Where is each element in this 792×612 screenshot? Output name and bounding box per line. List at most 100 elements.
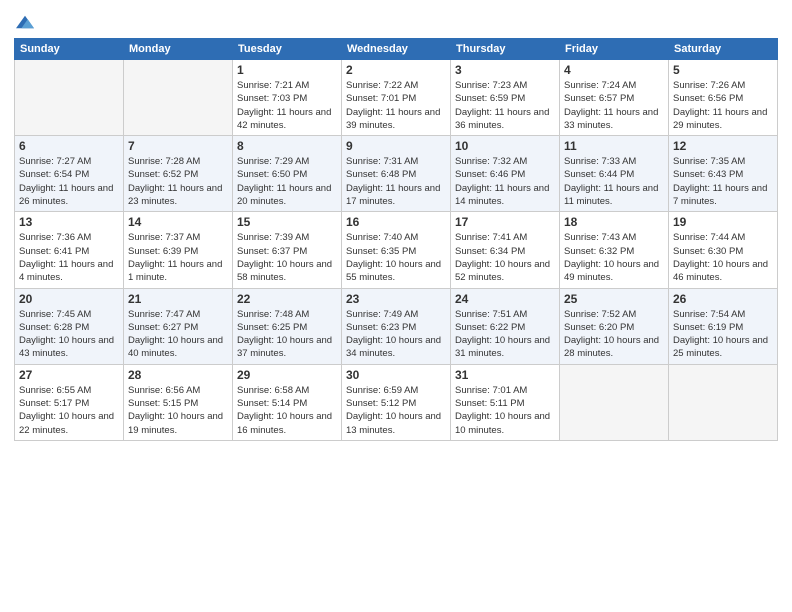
day-info: Sunrise: 7:49 AMSunset: 6:23 PMDaylight:… [346,308,446,361]
day-info: Sunrise: 7:23 AMSunset: 6:59 PMDaylight:… [455,79,555,132]
day-header-tuesday: Tuesday [233,39,342,60]
calendar-cell [560,364,669,440]
calendar-cell: 21 Sunrise: 7:47 AMSunset: 6:27 PMDayligh… [124,288,233,364]
calendar-week-row: 1 Sunrise: 7:21 AMSunset: 7:03 PMDaylight… [15,60,778,136]
calendar-cell: 18Sunrise: 7:43 AMSunset: 6:32 PMDayligh… [560,212,669,288]
day-number: 3 [455,63,555,77]
day-info: Sunrise: 7:26 AMSunset: 6:56 PMDaylight:… [673,79,773,132]
day-number: 22 [237,292,337,306]
calendar-cell: 23 Sunrise: 7:49 AMSunset: 6:23 PMDayligh… [342,288,451,364]
calendar-cell: 10 Sunrise: 7:32 AMSunset: 6:46 PMDayligh… [451,136,560,212]
day-info: Sunrise: 7:33 AMSunset: 6:44 PMDaylight:… [564,155,664,208]
day-number: 19 [673,215,773,229]
day-info: Sunrise: 6:55 AMSunset: 5:17 PMDaylight:… [19,384,119,437]
day-info: Sunrise: 7:36 AMSunset: 6:41 PMDaylight:… [19,231,119,284]
calendar-cell: 12 Sunrise: 7:35 AMSunset: 6:43 PMDayligh… [669,136,778,212]
day-number: 23 [346,292,446,306]
calendar-cell [124,60,233,136]
calendar-week-row: 20Sunrise: 7:45 AMSunset: 6:28 PMDayligh… [15,288,778,364]
day-info: Sunrise: 7:48 AMSunset: 6:25 PMDaylight:… [237,308,337,361]
day-header-saturday: Saturday [669,39,778,60]
day-info: Sunrise: 7:40 AMSunset: 6:35 PMDaylight:… [346,231,446,284]
calendar-cell: 20Sunrise: 7:45 AMSunset: 6:28 PMDayligh… [15,288,124,364]
day-info: Sunrise: 7:31 AMSunset: 6:48 PMDaylight:… [346,155,446,208]
day-info: Sunrise: 7:28 AMSunset: 6:52 PMDaylight:… [128,155,228,208]
calendar-cell: 25Sunrise: 7:52 AMSunset: 6:20 PMDayligh… [560,288,669,364]
calendar-cell: 7 Sunrise: 7:28 AMSunset: 6:52 PMDaylight… [124,136,233,212]
day-number: 9 [346,139,446,153]
calendar-week-row: 27 Sunrise: 6:55 AMSunset: 5:17 PMDayligh… [15,364,778,440]
calendar-header-row: SundayMondayTuesdayWednesdayThursdayFrid… [15,39,778,60]
calendar-cell [15,60,124,136]
day-info: Sunrise: 7:47 AMSunset: 6:27 PMDaylight:… [128,308,228,361]
calendar-cell [669,364,778,440]
day-number: 16 [346,215,446,229]
day-header-wednesday: Wednesday [342,39,451,60]
calendar-cell: 24Sunrise: 7:51 AMSunset: 6:22 PMDayligh… [451,288,560,364]
calendar-cell: 14 Sunrise: 7:37 AMSunset: 6:39 PMDayligh… [124,212,233,288]
day-info: Sunrise: 7:37 AMSunset: 6:39 PMDaylight:… [128,231,228,284]
day-number: 29 [237,368,337,382]
calendar-cell: 4 Sunrise: 7:24 AMSunset: 6:57 PMDaylight… [560,60,669,136]
calendar-cell: 6 Sunrise: 7:27 AMSunset: 6:54 PMDaylight… [15,136,124,212]
calendar-cell: 2Sunrise: 7:22 AMSunset: 7:01 PMDaylight… [342,60,451,136]
day-number: 4 [564,63,664,77]
day-info: Sunrise: 7:27 AMSunset: 6:54 PMDaylight:… [19,155,119,208]
day-number: 21 [128,292,228,306]
day-number: 2 [346,63,446,77]
calendar-cell: 16 Sunrise: 7:40 AMSunset: 6:35 PMDayligh… [342,212,451,288]
day-number: 17 [455,215,555,229]
calendar-cell: 3 Sunrise: 7:23 AMSunset: 6:59 PMDaylight… [451,60,560,136]
calendar-cell: 9 Sunrise: 7:31 AMSunset: 6:48 PMDaylight… [342,136,451,212]
day-info: Sunrise: 7:54 AMSunset: 6:19 PMDaylight:… [673,308,773,361]
day-header-friday: Friday [560,39,669,60]
calendar-cell: 5 Sunrise: 7:26 AMSunset: 6:56 PMDaylight… [669,60,778,136]
day-number: 14 [128,215,228,229]
day-number: 10 [455,139,555,153]
logo-icon [16,15,34,29]
day-info: Sunrise: 7:44 AMSunset: 6:30 PMDaylight:… [673,231,773,284]
calendar-cell: 26 Sunrise: 7:54 AMSunset: 6:19 PMDayligh… [669,288,778,364]
calendar-cell: 15 Sunrise: 7:39 AMSunset: 6:37 PMDayligh… [233,212,342,288]
day-number: 5 [673,63,773,77]
calendar-cell: 11 Sunrise: 7:33 AMSunset: 6:44 PMDayligh… [560,136,669,212]
day-number: 8 [237,139,337,153]
day-info: Sunrise: 7:45 AMSunset: 6:28 PMDaylight:… [19,308,119,361]
day-number: 6 [19,139,119,153]
calendar-cell: 19 Sunrise: 7:44 AMSunset: 6:30 PMDayligh… [669,212,778,288]
day-number: 31 [455,368,555,382]
calendar-cell: 8 Sunrise: 7:29 AMSunset: 6:50 PMDaylight… [233,136,342,212]
calendar-week-row: 6 Sunrise: 7:27 AMSunset: 6:54 PMDaylight… [15,136,778,212]
calendar-cell: 17Sunrise: 7:41 AMSunset: 6:34 PMDayligh… [451,212,560,288]
day-info: Sunrise: 7:35 AMSunset: 6:43 PMDaylight:… [673,155,773,208]
calendar-table: SundayMondayTuesdayWednesdayThursdayFrid… [14,38,778,441]
logo [14,16,34,30]
day-number: 7 [128,139,228,153]
day-info: Sunrise: 7:32 AMSunset: 6:46 PMDaylight:… [455,155,555,208]
day-header-monday: Monday [124,39,233,60]
day-header-thursday: Thursday [451,39,560,60]
day-header-sunday: Sunday [15,39,124,60]
day-number: 26 [673,292,773,306]
calendar-cell: 1 Sunrise: 7:21 AMSunset: 7:03 PMDaylight… [233,60,342,136]
calendar-cell: 22 Sunrise: 7:48 AMSunset: 6:25 PMDayligh… [233,288,342,364]
calendar-cell: 13Sunrise: 7:36 AMSunset: 6:41 PMDayligh… [15,212,124,288]
day-info: Sunrise: 6:56 AMSunset: 5:15 PMDaylight:… [128,384,228,437]
day-number: 27 [19,368,119,382]
day-number: 24 [455,292,555,306]
day-number: 28 [128,368,228,382]
day-info: Sunrise: 7:24 AMSunset: 6:57 PMDaylight:… [564,79,664,132]
calendar-cell: 31Sunrise: 7:01 AMSunset: 5:11 PMDayligh… [451,364,560,440]
day-info: Sunrise: 7:39 AMSunset: 6:37 PMDaylight:… [237,231,337,284]
day-number: 1 [237,63,337,77]
calendar-cell: 29Sunrise: 6:58 AMSunset: 5:14 PMDayligh… [233,364,342,440]
day-number: 12 [673,139,773,153]
day-info: Sunrise: 7:21 AMSunset: 7:03 PMDaylight:… [237,79,337,132]
calendar-cell: 27 Sunrise: 6:55 AMSunset: 5:17 PMDayligh… [15,364,124,440]
day-number: 18 [564,215,664,229]
day-number: 15 [237,215,337,229]
day-number: 30 [346,368,446,382]
day-info: Sunrise: 7:29 AMSunset: 6:50 PMDaylight:… [237,155,337,208]
day-info: Sunrise: 7:52 AMSunset: 6:20 PMDaylight:… [564,308,664,361]
day-number: 11 [564,139,664,153]
